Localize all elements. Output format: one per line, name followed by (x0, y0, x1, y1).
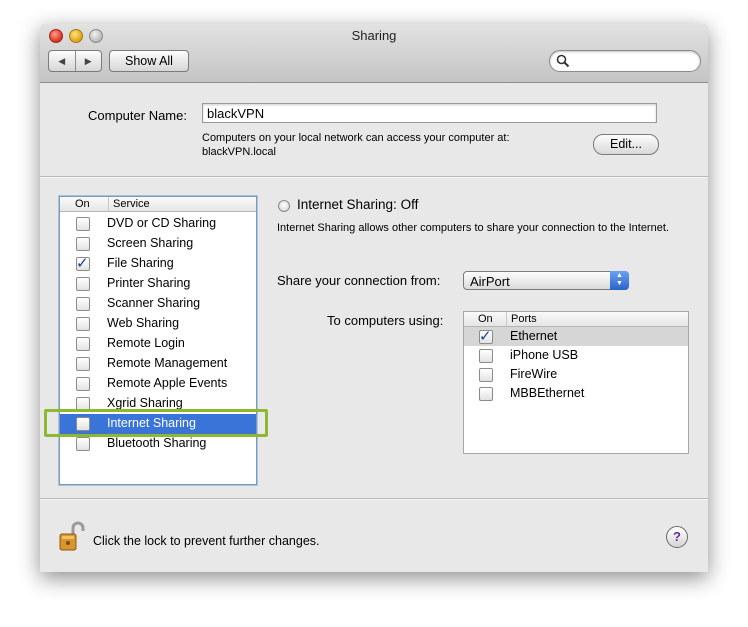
port-checkbox[interactable] (479, 349, 493, 363)
to-computers-label: To computers using: (327, 313, 444, 328)
service-label: Remote Login (107, 336, 185, 350)
column-header-service[interactable]: Service (108, 197, 150, 211)
service-row[interactable]: Printer Sharing (60, 274, 256, 294)
lock-message: Click the lock to prevent further change… (93, 534, 320, 548)
ports-list: On Ports ✓ Ethernet iPhone USB FireWire MBBE… (463, 311, 689, 454)
show-all-button[interactable]: Show All (109, 50, 189, 72)
column-header-on[interactable]: On (75, 197, 90, 211)
service-row[interactable]: ✓ File Sharing (60, 254, 256, 274)
ports-column-header-on[interactable]: On (478, 312, 493, 326)
service-label: Printer Sharing (107, 276, 191, 290)
computer-name-info-line2: blackVPN.local (202, 146, 276, 158)
back-forward-control: ◀ ▶ (48, 50, 102, 72)
divider-bottom (40, 498, 708, 500)
status-indicator-icon (278, 200, 290, 212)
search-icon (556, 54, 570, 68)
share-from-popup[interactable]: AirPort ▲ ▼ (463, 271, 629, 290)
back-button[interactable]: ◀ (49, 51, 76, 71)
lock-icon[interactable] (59, 520, 85, 552)
service-row[interactable]: Screen Sharing (60, 234, 256, 254)
edit-button[interactable]: Edit... (593, 134, 659, 155)
service-checkbox[interactable] (76, 357, 90, 371)
port-label: MBBEthernet (510, 386, 585, 400)
port-row[interactable]: iPhone USB (464, 346, 688, 365)
service-checkbox[interactable] (76, 277, 90, 291)
checkmark-icon: ✓ (76, 255, 89, 272)
computer-name-info-line1: Computers on your local network can acce… (202, 132, 510, 144)
computer-name-info: Computers on your local network can acce… (202, 131, 510, 159)
share-from-label: Share your connection from: (277, 273, 441, 288)
service-label: Remote Management (107, 356, 228, 370)
port-row[interactable]: MBBEthernet (464, 384, 688, 403)
port-row[interactable]: FireWire (464, 365, 688, 384)
service-label: Bluetooth Sharing (107, 436, 207, 450)
computer-name-field[interactable]: blackVPN (202, 103, 657, 123)
port-label: Ethernet (510, 329, 558, 343)
service-label: DVD or CD Sharing (107, 216, 217, 230)
service-label: Screen Sharing (107, 236, 194, 250)
service-row[interactable]: Scanner Sharing (60, 294, 256, 314)
service-row[interactable]: Remote Management (60, 354, 256, 374)
service-checkbox[interactable]: ✓ (76, 255, 90, 272)
search-field[interactable] (549, 50, 701, 72)
service-label: Scanner Sharing (107, 296, 201, 310)
service-checkbox[interactable] (76, 317, 90, 331)
service-checkbox[interactable] (76, 377, 90, 391)
port-label: FireWire (510, 367, 558, 381)
port-label: iPhone USB (510, 348, 579, 362)
title-bar: Sharing ◀ ▶ Show All (40, 24, 708, 83)
service-row[interactable]: Remote Login (60, 334, 256, 354)
ports-list-header: On Ports (464, 312, 688, 327)
popup-arrows-icon: ▲ ▼ (610, 271, 629, 290)
service-checkbox[interactable] (76, 337, 90, 351)
service-row[interactable]: Web Sharing (60, 314, 256, 334)
help-button[interactable]: ? (666, 526, 688, 548)
internet-sharing-status: Internet Sharing: Off (297, 197, 419, 212)
port-row[interactable]: ✓ Ethernet (464, 327, 688, 346)
divider-top (40, 176, 708, 178)
port-checkbox[interactable] (479, 387, 493, 401)
service-label: File Sharing (107, 256, 174, 270)
sharing-window: Sharing ◀ ▶ Show All Computer Name: blac… (40, 24, 708, 572)
service-checkbox[interactable] (76, 237, 90, 251)
service-checkbox[interactable] (76, 217, 90, 231)
service-row[interactable]: Remote Apple Events (60, 374, 256, 394)
services-list: On Service DVD or CD Sharing Screen Shari… (59, 196, 257, 485)
internet-sharing-description: Internet Sharing allows other computers … (277, 222, 669, 234)
window-title: Sharing (351, 28, 397, 43)
computer-name-label: Computer Name: (88, 108, 187, 123)
share-from-value: AirPort (470, 274, 510, 289)
port-checkbox[interactable]: ✓ (479, 328, 493, 345)
service-checkbox[interactable] (76, 297, 90, 311)
ports-column-header-ports[interactable]: Ports (506, 312, 537, 326)
service-label: Web Sharing (107, 316, 180, 330)
service-row[interactable]: Bluetooth Sharing (60, 434, 256, 454)
service-label: Remote Apple Events (107, 376, 228, 390)
service-row[interactable]: DVD or CD Sharing (60, 214, 256, 234)
port-checkbox[interactable] (479, 368, 493, 382)
checkmark-icon: ✓ (479, 328, 492, 345)
annotation-highlight-box (44, 409, 268, 437)
services-list-header: On Service (60, 197, 256, 212)
forward-button[interactable]: ▶ (76, 51, 102, 71)
service-checkbox[interactable] (76, 437, 90, 451)
